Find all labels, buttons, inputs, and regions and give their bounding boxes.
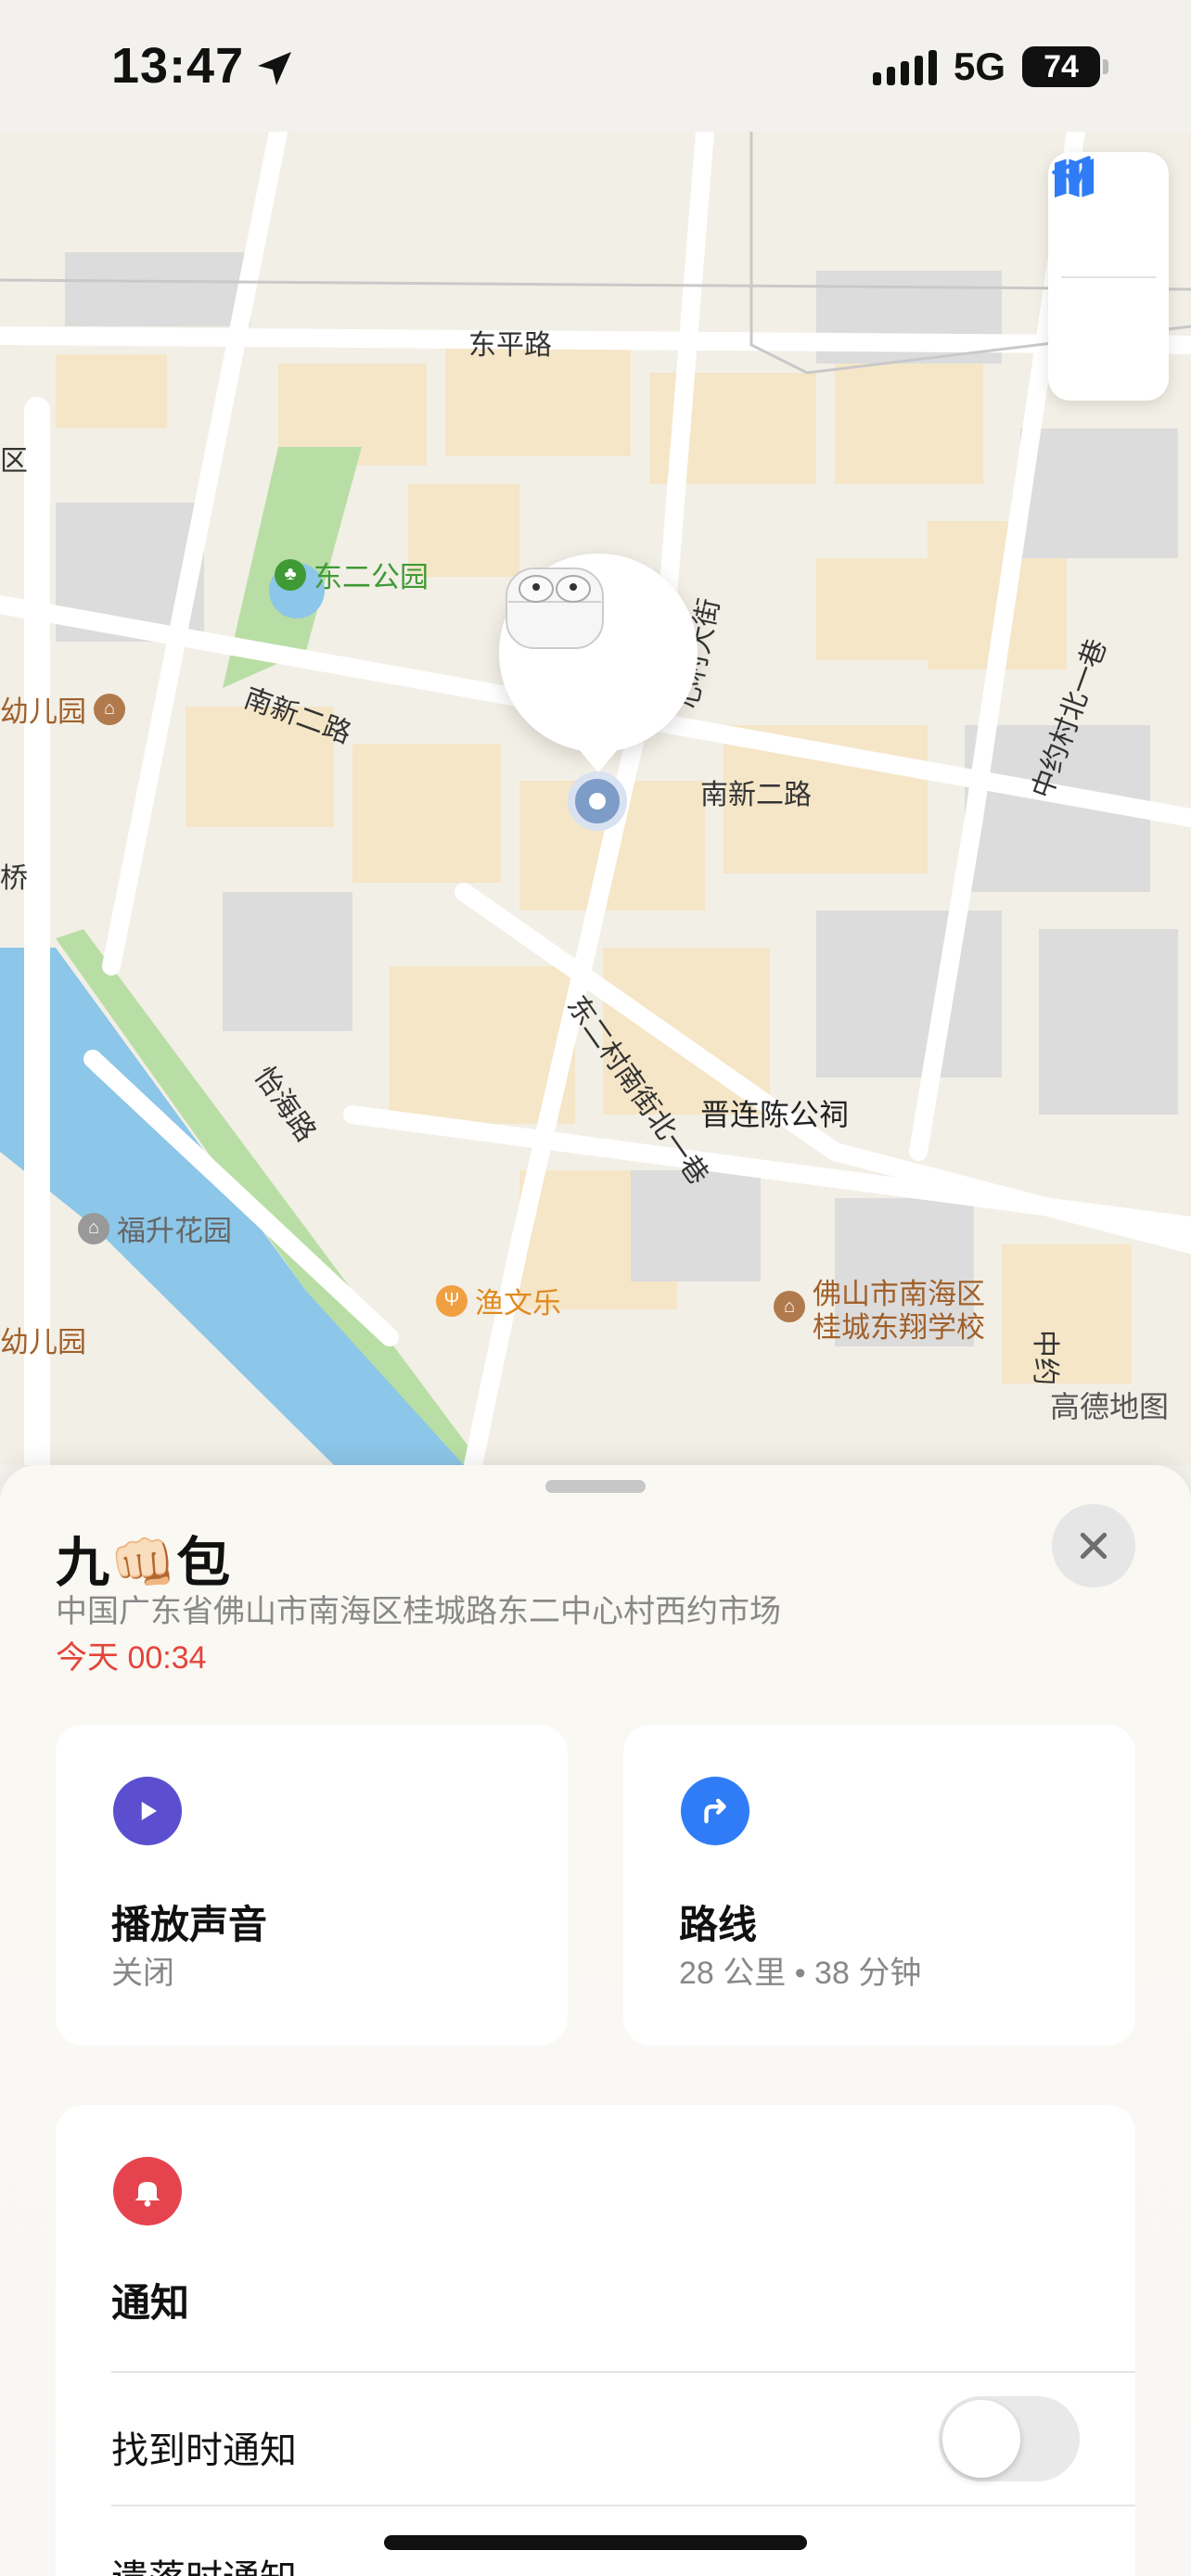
device-location-dot <box>568 772 627 831</box>
notifications-title: 通知 <box>111 2281 190 2325</box>
device-address: 中国广东省佛山市南海区桂城路东二中心村西约市场 <box>56 1594 781 1629</box>
street-label-nanxin-east: 南新二路 <box>700 780 812 810</box>
poi-school-line2: 桂城东翔学校 <box>813 1311 985 1344</box>
poi-ancestral-hall-label: 晋连陈公祠 <box>700 1098 850 1131</box>
map-view[interactable]: 东平路 心村大街 中约村北一巷 南新二路 南新二路 东二村南街北一巷 怡海路 中… <box>0 132 1191 1465</box>
notifications-divider-2 <box>111 2505 1135 2506</box>
notify-when-left-behind-label[interactable]: 遗落时通知 <box>111 2548 297 2576</box>
directions-icon <box>681 1777 749 1845</box>
location-arrow-icon <box>258 52 291 85</box>
notifications-card: 通知 找到时通知 遗落时通知 <box>56 2105 1135 2576</box>
map-attribution: 高德地图 <box>1049 1390 1169 1423</box>
close-button[interactable] <box>1052 1504 1135 1588</box>
poi-park[interactable]: ♣ 东二公园 <box>275 554 429 595</box>
toggle-knob <box>942 2400 1020 2478</box>
directions-distance: 28 公里 • 38 分钟 <box>679 1956 922 1991</box>
close-icon <box>1080 1532 1108 1560</box>
poi-garden-label: 福升花园 <box>117 1215 232 1247</box>
bell-icon <box>113 2157 182 2225</box>
poi-school[interactable]: ⌂ 佛山市南海区 桂城东翔学校 <box>774 1278 985 1345</box>
location-arrow-icon <box>1052 156 1091 195</box>
directions-card[interactable]: 路线 28 公里 • 38 分钟 <box>623 1725 1135 2046</box>
restaurant-icon: Ψ <box>436 1284 467 1317</box>
network-type: 5G <box>953 45 1005 88</box>
play-sound-title: 播放声音 <box>111 1903 268 1946</box>
poi-kindergarten-bottom-label: 幼儿园 <box>0 1326 86 1358</box>
poi-garden[interactable]: ⌂ 福升花园 <box>78 1207 232 1249</box>
school-icon: ⌂ <box>94 693 125 725</box>
poi-school-line1: 佛山市南海区 <box>813 1278 985 1310</box>
poi-kindergarten-left[interactable]: 幼儿园 ⌂ <box>0 688 125 730</box>
poi-kindergarten-bottom[interactable]: 幼儿园 <box>0 1319 86 1360</box>
status-time: 13:47 <box>111 38 245 94</box>
tree-icon: ♣ <box>275 558 306 591</box>
map-controls <box>1048 152 1169 401</box>
play-sound-card[interactable]: 播放声音 关闭 <box>56 1725 568 2046</box>
street-label-qu: 区 <box>0 446 28 477</box>
directions-title: 路线 <box>679 1903 758 1946</box>
poi-restaurant-label: 渔文乐 <box>475 1287 561 1320</box>
play-icon <box>113 1777 182 1845</box>
locate-me-button[interactable] <box>1048 156 1169 402</box>
battery-icon: 74 <box>1022 46 1108 87</box>
sheet-grabber[interactable] <box>545 1480 646 1493</box>
status-bar: 13:47 5G 74 <box>0 0 1191 132</box>
poi-kindergarten-left-label: 幼儿园 <box>0 695 86 728</box>
poi-school-labels: 佛山市南海区 桂城东翔学校 <box>813 1278 985 1345</box>
notifications-divider-1 <box>111 2371 1135 2373</box>
street-label-dongping: 东平路 <box>468 330 552 361</box>
device-last-seen: 今天 00:34 <box>56 1640 207 1676</box>
play-sound-status: 关闭 <box>111 1956 174 1991</box>
poi-park-label: 东二公园 <box>314 561 429 593</box>
street-label-qiao: 桥 <box>0 863 28 894</box>
notify-when-found-label: 找到时通知 <box>111 2430 297 2471</box>
status-indicators: 5G 74 <box>872 45 1108 89</box>
airpods-case-icon <box>506 567 604 649</box>
notify-when-found-toggle[interactable] <box>939 2396 1080 2481</box>
school-icon: ⌂ <box>774 1291 805 1322</box>
signal-icon <box>872 48 937 85</box>
street-label-zhongyue: 中约 <box>1030 1330 1060 1385</box>
poi-restaurant[interactable]: Ψ 渔文乐 <box>436 1280 561 1321</box>
poi-ancestral-hall[interactable]: 晋连陈公祠 <box>700 1091 849 1134</box>
home-indicator[interactable] <box>384 2535 807 2550</box>
device-detail-sheet: 九👊🏻包 中国广东省佛山市南海区桂城路东二中心村西约市场 今天 00:34 播放… <box>0 1465 1191 2576</box>
home-icon: ⌂ <box>78 1212 109 1244</box>
device-pin[interactable] <box>499 554 698 772</box>
